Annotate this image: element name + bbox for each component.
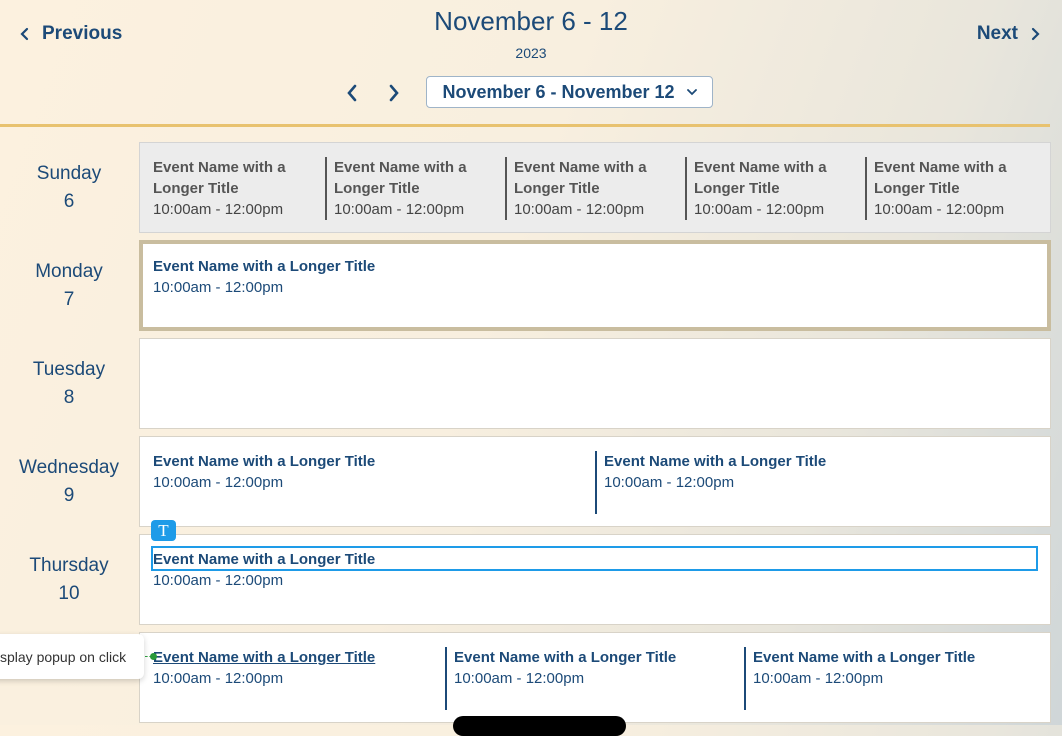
- chevron-left-icon: [347, 84, 357, 102]
- event-time: 10:00am - 12:00pm: [153, 279, 284, 296]
- date-range-value: November 6 - November 12: [442, 81, 675, 102]
- event-card[interactable]: Event Name with a Longer Title 10:00am -…: [685, 157, 860, 220]
- page-title: November 6 - 12: [434, 6, 628, 36]
- day-label-tuesday: Tuesday 8: [0, 356, 138, 412]
- interaction-tooltip: splay popup on click: [0, 634, 144, 679]
- text-tool-icon[interactable]: T: [151, 520, 176, 541]
- event-card[interactable]: Event Name with a Longer Title 10:00am -…: [153, 256, 553, 298]
- event-title: Event Name with a Longer Title: [153, 453, 376, 470]
- event-time: 10:00am - 12:00pm: [153, 474, 284, 491]
- text-selection-outline: [151, 546, 1038, 571]
- event-title: Longer Title: [514, 180, 600, 197]
- event-time: 10:00am - 12:00pm: [153, 670, 284, 687]
- chevron-down-icon: [686, 89, 697, 96]
- day-date: 9: [63, 485, 75, 506]
- event-title: Event Name with a Longer Title: [153, 649, 376, 666]
- connector-dot: [150, 653, 157, 660]
- event-card[interactable]: Event Name with a Longer Title 10:00am -…: [445, 647, 735, 710]
- day-row-sunday: Event Name with a Longer Title 10:00am -…: [139, 142, 1051, 233]
- day-date: 10: [58, 583, 80, 604]
- event-title: Longer Title: [874, 180, 960, 197]
- date-range-select[interactable]: November 6 - November 12: [426, 76, 713, 108]
- day-row-saturday: Event Name with a Longer Title 10:00am -…: [139, 632, 1051, 723]
- header-divider: [0, 124, 1050, 127]
- event-card[interactable]: Event Name with a Longer Title 10:00am -…: [153, 157, 323, 220]
- day-name: Wednesday: [19, 457, 119, 478]
- year-label: 2023: [515, 45, 547, 61]
- event-time: 10:00am - 12:00pm: [874, 201, 1005, 218]
- event-title: Event Name with a Longer Title: [604, 453, 827, 470]
- event-time: 10:00am - 12:00pm: [514, 201, 645, 218]
- day-row-wednesday: Event Name with a Longer Title 10:00am -…: [139, 436, 1051, 527]
- event-card[interactable]: Event Name with a Longer Title 10:00am -…: [865, 157, 1040, 220]
- event-card[interactable]: Event Name with a Longer Title 10:00am -…: [505, 157, 680, 220]
- day-name: Tuesday: [32, 359, 106, 380]
- event-title: Event Name with a: [874, 159, 1007, 176]
- event-time: 10:00am - 12:00pm: [334, 201, 465, 218]
- day-label-wednesday: Wednesday 9: [0, 454, 138, 510]
- chevron-right-icon: [389, 84, 399, 102]
- event-title: Longer Title: [694, 180, 780, 197]
- event-title: Event Name with a: [514, 159, 647, 176]
- event-time: 10:00am - 12:00pm: [694, 201, 825, 218]
- day-label-monday: Monday 7: [0, 258, 138, 314]
- next-label: Next: [976, 23, 1018, 44]
- event-title: Longer Title: [153, 180, 239, 197]
- event-card[interactable]: Event Name with a Longer Title 10:00am -…: [744, 647, 1034, 710]
- event-title: Event Name with a: [334, 159, 467, 176]
- event-card[interactable]: Event Name with a Longer Title 10:00am -…: [153, 451, 573, 493]
- day-name: Thursday: [29, 555, 109, 576]
- day-date: 7: [63, 289, 75, 310]
- event-time: 10:00am - 12:00pm: [604, 474, 735, 491]
- day-date: 6: [63, 191, 75, 212]
- event-title: Longer Title: [334, 180, 420, 197]
- event-title: Event Name with a: [153, 159, 286, 176]
- day-name: Monday: [35, 261, 103, 282]
- event-card[interactable]: Event Name with a Longer Title 10:00am -…: [153, 647, 433, 689]
- event-time: 10:00am - 12:00pm: [753, 670, 884, 687]
- event-title: Event Name with a Longer Title: [753, 649, 976, 666]
- event-card[interactable]: Event Name with a Longer Title 10:00am -…: [595, 451, 1035, 514]
- day-date: 8: [63, 387, 75, 408]
- event-title: Event Name with a: [694, 159, 827, 176]
- bottom-toolbar[interactable]: [453, 716, 626, 736]
- calendar-header: Previous November 6 - 12 2023 Next Novem…: [0, 0, 1062, 128]
- day-row-tuesday: [139, 338, 1051, 429]
- event-time: 10:00am - 12:00pm: [454, 670, 585, 687]
- event-time: 10:00am - 12:00pm: [153, 201, 284, 218]
- event-title: Event Name with a Longer Title: [454, 649, 677, 666]
- tooltip-text: splay popup on click: [0, 648, 127, 665]
- chevron-right-icon: [1031, 27, 1040, 41]
- next-button[interactable]: Next: [977, 22, 1040, 46]
- day-label-sunday: Sunday 6: [0, 160, 138, 216]
- event-title: Event Name with a Longer Title: [153, 258, 376, 275]
- week-forward-button[interactable]: [384, 82, 404, 104]
- week-back-button[interactable]: [342, 82, 362, 104]
- day-row-monday: Event Name with a Longer Title 10:00am -…: [139, 240, 1051, 331]
- event-card[interactable]: Event Name with a Longer Title 10:00am -…: [325, 157, 500, 220]
- day-label-thursday: Thursday 10: [0, 552, 138, 608]
- event-time: 10:00am - 12:00pm: [153, 572, 284, 589]
- day-name: Sunday: [36, 163, 102, 184]
